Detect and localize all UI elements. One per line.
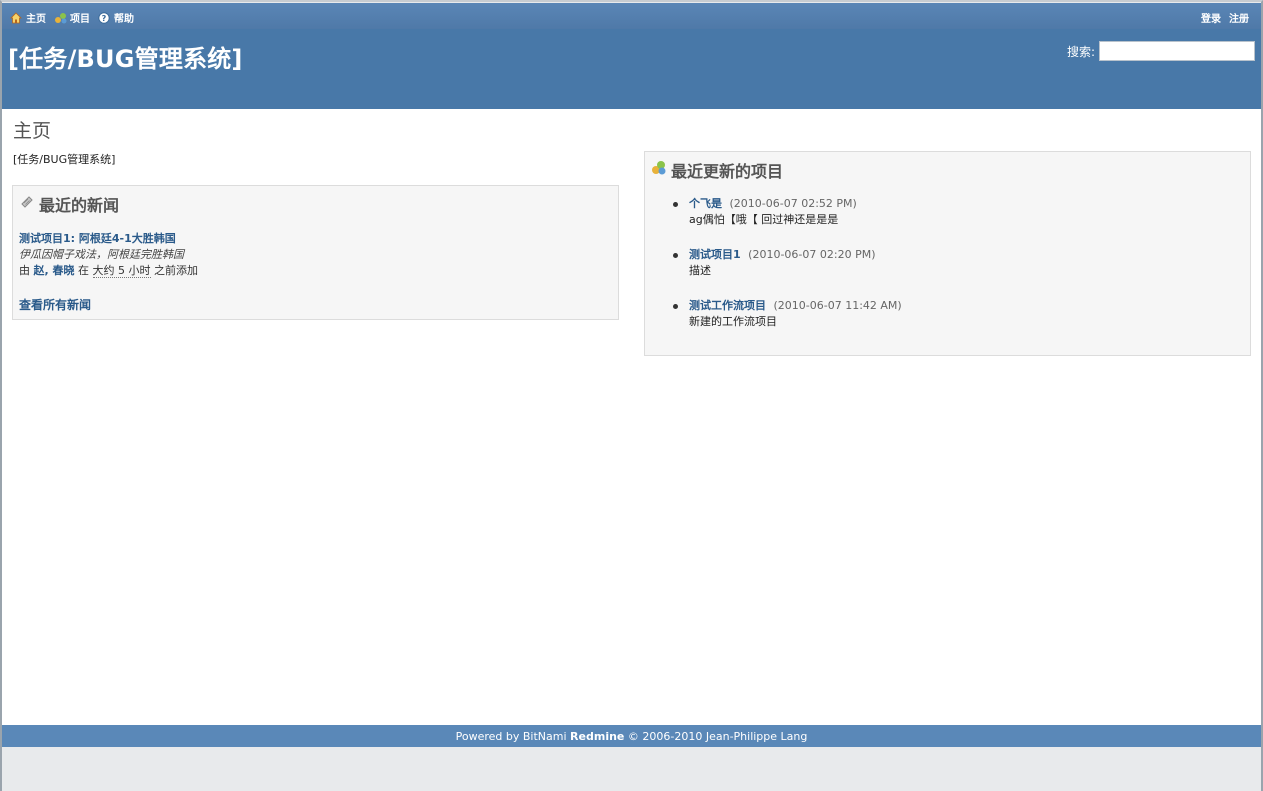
footer-product-link[interactable]: Redmine (570, 730, 624, 743)
projects-box-icon (651, 160, 667, 180)
menu-help-label: 帮助 (114, 14, 134, 25)
help-icon: ? (98, 11, 110, 24)
list-item: 测试项目1 (2010-06-07 02:20 PM) 描述 (669, 247, 902, 279)
project-date: (2010-06-07 11:42 AM) (773, 299, 902, 312)
project-list: 个飞是 (2010-06-07 02:52 PM) ag偶怕【哦【 回过神还是是… (669, 196, 902, 349)
project-name-link[interactable]: 测试工作流项目 (689, 299, 766, 312)
search-input[interactable] (1099, 41, 1255, 61)
footer: Powered by BitNami Redmine © 2006-2010 J… (2, 725, 1261, 747)
register-link[interactable]: 注册 (1229, 10, 1249, 25)
main-content: 主页 [任务/BUG管理系统] 最近的新闻 测试项目1: 阿根廷4-1大胜韩国 … (2, 109, 1261, 725)
menu-projects-label: 项目 (70, 14, 90, 25)
news-ago: 大约 5 小时 (92, 264, 151, 278)
quick-search: 搜索: (1067, 41, 1255, 61)
project-description: 新建的工作流项目 (689, 315, 777, 328)
project-name-link[interactable]: 测试项目1 (689, 248, 741, 261)
projects-icon (54, 12, 67, 24)
top-menu-left: 主页 项目 ? 帮助 (10, 10, 134, 25)
project-date: (2010-06-07 02:20 PM) (748, 248, 876, 261)
news-author-link[interactable]: 赵, 春晓 (34, 264, 75, 277)
view-all-news-link[interactable]: 查看所有新闻 (19, 296, 91, 313)
footer-copyright: © 2006-2010 Jean-Philippe Lang (627, 730, 808, 743)
list-item: 个飞是 (2010-06-07 02:52 PM) ag偶怕【哦【 回过神还是是… (669, 196, 902, 228)
list-item: 测试工作流项目 (2010-06-07 11:42 AM) 新建的工作流项目 (669, 298, 902, 330)
news-meta: 由 赵, 春晓 在 大约 5 小时 之前添加 (19, 263, 198, 279)
news-icon (19, 194, 35, 214)
news-heading-label: 最近的新闻 (39, 196, 120, 215)
login-link[interactable]: 登录 (1201, 10, 1221, 25)
site-title: [任务/BUG管理系统] (8, 45, 243, 73)
projects-box: 最近更新的项目 个飞是 (2010-06-07 02:52 PM) ag偶怕【哦… (644, 151, 1251, 356)
menu-home-link[interactable]: 主页 (10, 10, 46, 25)
news-in-text: 在 (78, 264, 90, 277)
header: [任务/BUG管理系统] 搜索: (2, 29, 1261, 109)
project-name-link[interactable]: 个飞是 (689, 197, 722, 210)
projects-heading-label: 最近更新的项目 (671, 162, 784, 181)
menu-home-label: 主页 (26, 14, 46, 25)
project-date: (2010-06-07 02:52 PM) (729, 197, 857, 210)
footer-background (2, 747, 1261, 791)
footer-powered-by: Powered by BitNami (455, 730, 567, 743)
news-suffix: 之前添加 (154, 264, 199, 277)
news-item: 测试项目1: 阿根廷4-1大胜韩国 伊瓜因帽子戏法，阿根廷完胜韩国 由 赵, 春… (19, 231, 198, 279)
svg-text:?: ? (102, 14, 107, 23)
news-box: 最近的新闻 测试项目1: 阿根廷4-1大胜韩国 伊瓜因帽子戏法，阿根廷完胜韩国 … (12, 185, 619, 320)
search-label: 搜索: (1066, 44, 1095, 59)
news-title-link[interactable]: 测试项目1: 阿根廷4-1大胜韩国 (19, 232, 176, 245)
project-description: ag偶怕【哦【 回过神还是是是 (689, 213, 839, 226)
project-description: 描述 (689, 264, 711, 277)
news-heading: 最近的新闻 (19, 192, 119, 216)
top-menu: 主页 项目 ? 帮助 登录 注册 (2, 3, 1261, 29)
home-icon (10, 11, 22, 24)
news-summary: 伊瓜因帽子戏法，阿根廷完胜韩国 (19, 248, 184, 261)
page-title: 主页 (13, 120, 52, 142)
welcome-text: [任务/BUG管理系统] (13, 153, 116, 166)
menu-projects-link[interactable]: 项目 (54, 10, 90, 25)
projects-heading: 最近更新的项目 (651, 158, 783, 182)
news-by-prefix: 由 (19, 264, 30, 277)
top-menu-right: 登录 注册 (1201, 10, 1249, 25)
menu-help-link[interactable]: ? 帮助 (98, 10, 134, 25)
